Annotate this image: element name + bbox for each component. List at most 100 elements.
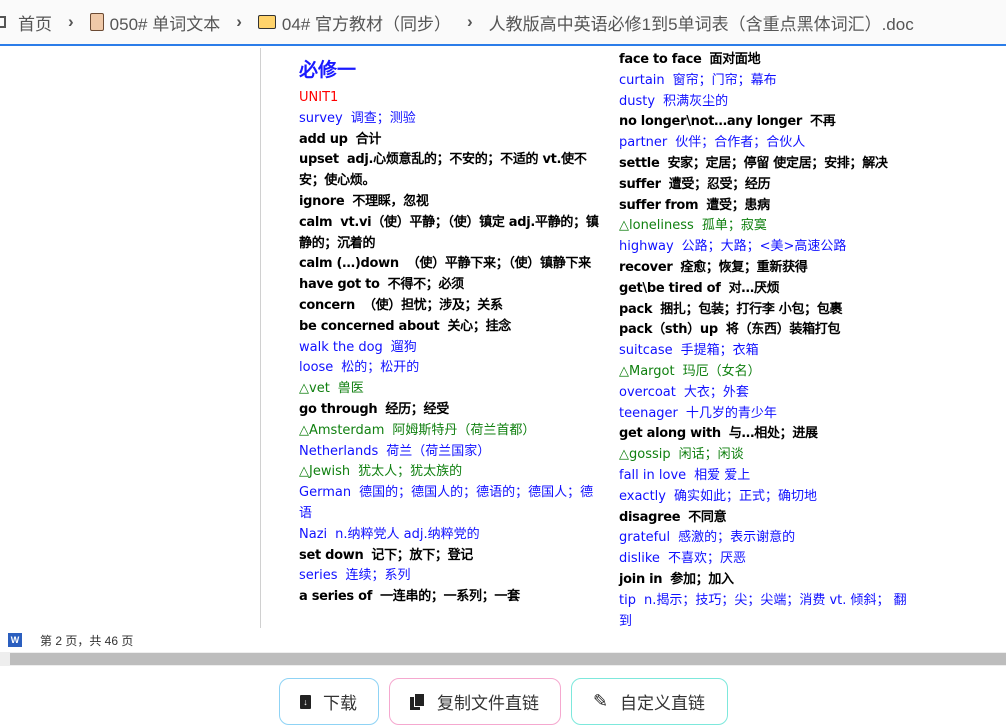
- vocab-entry: ignore不理睬，忽视: [299, 192, 599, 213]
- vocab-word: join in: [619, 572, 662, 587]
- vocab-meaning: 感激的；表示谢意的: [678, 530, 795, 545]
- vocab-word: △Margot: [619, 364, 675, 379]
- vocab-meaning: 不再: [810, 114, 835, 129]
- vocab-entry: concern（使）担忧；涉及；关系: [299, 296, 599, 317]
- vocab-word: suffer: [619, 177, 661, 192]
- vocab-meaning: 相爱 爱上: [694, 468, 750, 483]
- vocab-word: walk the dog: [299, 340, 383, 355]
- vocab-meaning: 玛厄（女名）: [683, 364, 761, 379]
- vocab-meaning: 不得不；必须: [388, 277, 464, 292]
- vocab-word: suitcase: [619, 343, 673, 358]
- breadcrumb-current-file: 人教版高中英语必修1到5单词表（含重点黑体词汇）.doc: [489, 10, 914, 35]
- vocab-word: calm: [299, 215, 332, 230]
- vocab-meaning: 积满灰尘的: [663, 94, 728, 109]
- vocab-word: highway: [619, 239, 674, 254]
- download-file-icon: ↓: [300, 695, 311, 709]
- vocab-word: upset: [299, 152, 339, 167]
- breadcrumb-label: 050# 单词文本: [110, 10, 221, 35]
- vocab-meaning: 确实如此；正式；确切地: [674, 489, 817, 504]
- vocab-word: tip: [619, 593, 636, 608]
- vocab-meaning: 大衣；外套: [684, 385, 749, 400]
- vocab-entry: curtain窗帘；门帘；幕布: [619, 71, 919, 92]
- vocab-entry: highway公路；大路；<美>高速公路: [619, 237, 919, 258]
- breadcrumb-home[interactable]: 首页: [0, 10, 52, 35]
- vocab-word: △Jewish: [299, 464, 350, 479]
- vocab-meaning: adj.心烦意乱的；不安的；不适的 vt.使不安；使心烦。: [299, 152, 587, 188]
- copy-direct-link-button[interactable]: 复制文件直链: [389, 678, 561, 725]
- vocab-word: recover: [619, 260, 672, 275]
- breadcrumb: 首页 › 050# 单词文本 › 04# 官方教材（同步） › 人教版高中英语必…: [0, 0, 1006, 46]
- vocab-meaning: 遭受；患病: [706, 198, 770, 213]
- vocab-meaning: 不同意: [688, 510, 726, 525]
- scroll-icon: [90, 13, 104, 31]
- vocab-meaning: 一连串的；一系列；一套: [380, 589, 520, 604]
- vocab-meaning: 不喜欢；厌恶: [668, 551, 746, 566]
- vocab-meaning: 捆扎；包装；打行李 小包；包裹: [660, 302, 842, 317]
- vocab-meaning: 将（东西）装箱打包: [726, 322, 840, 337]
- vocab-word: loose: [299, 360, 333, 375]
- vocab-meaning: 犹太人；犹太族的: [358, 464, 462, 479]
- vocab-word: a series of: [299, 589, 372, 604]
- vocab-meaning: （使）平静下来；（使）镇静下来: [407, 256, 591, 271]
- vocab-entry: pack 捆扎；包装；打行李 小包；包裹: [619, 300, 919, 321]
- breadcrumb-folder-050[interactable]: 050# 单词文本: [90, 10, 221, 35]
- vocab-meaning: 痊愈；恢复；重新获得: [680, 260, 807, 275]
- action-bar: ↓ 下载 复制文件直链 ✎ 自定义直链: [0, 678, 1006, 725]
- vocab-word: △gossip: [619, 447, 671, 462]
- horizontal-scrollbar[interactable]: [0, 652, 1006, 666]
- vocab-word: be concerned about: [299, 319, 439, 334]
- vocab-word: overcoat: [619, 385, 676, 400]
- vocab-entry: join in 参加；加入: [619, 570, 919, 591]
- custom-direct-link-button[interactable]: ✎ 自定义直链: [571, 678, 728, 725]
- vocab-entry: △vet兽医: [299, 379, 599, 400]
- vocab-entry: get\be tired of对…厌烦: [619, 279, 919, 300]
- vocab-entry: △Amsterdam阿姆斯特丹（荷兰首都）: [299, 421, 599, 442]
- vocab-word: dusty: [619, 94, 655, 109]
- vocab-entry: calmvt.vi（使）平静；（使）镇定 adj.平静的；镇静的；沉着的: [299, 213, 599, 255]
- vocab-entry: grateful 感激的；表示谢意的: [619, 528, 919, 549]
- download-button[interactable]: ↓ 下载: [279, 678, 379, 725]
- vocab-entry: dusty 积满灰尘的: [619, 92, 919, 113]
- vocab-entry: tipn.揭示；技巧；尖；尖端；消费 vt. 倾斜； 翻到: [619, 591, 919, 628]
- vocab-entry: upsetadj.心烦意乱的；不安的；不适的 vt.使不安；使心烦。: [299, 150, 599, 192]
- chevron-right-icon: ›: [236, 12, 242, 32]
- breadcrumb-folder-04[interactable]: 04# 官方教材（同步）: [258, 10, 451, 35]
- vocab-entry: set down记下；放下；登记: [299, 546, 599, 567]
- folder-icon: [258, 15, 276, 29]
- vocab-entry: disagree不同意: [619, 508, 919, 529]
- vocab-entry: face to face面对面地: [619, 50, 919, 71]
- scrollbar-thumb[interactable]: [10, 653, 1006, 665]
- vocab-entry: △gossip闲话；闲谈: [619, 445, 919, 466]
- vocab-word: teenager: [619, 406, 678, 421]
- vocab-meaning: 窗帘；门帘；幕布: [673, 73, 777, 88]
- vocab-meaning: 经历；经受: [385, 402, 449, 417]
- home-icon: [0, 16, 6, 28]
- button-label: 复制文件直链: [437, 689, 539, 714]
- vocab-word: fall in love: [619, 468, 686, 483]
- vocab-entry: suffer遭受；忍受；经历: [619, 175, 919, 196]
- vocab-word: partner: [619, 135, 667, 150]
- vocab-entry: Nazin.纳粹党人 adj.纳粹党的: [299, 525, 599, 546]
- vocab-word: calm (…)down: [299, 256, 399, 271]
- vocab-entry: suitcase手提箱；衣箱: [619, 341, 919, 362]
- vocab-word: grateful: [619, 530, 670, 545]
- vocab-entry: be concerned about关心；挂念: [299, 317, 599, 338]
- vocab-meaning: 安家；定居；停留 使定居；安排；解决: [667, 156, 887, 171]
- vocab-entry: loose松的；松开的: [299, 358, 599, 379]
- vocab-entry: overcoat 大衣；外套: [619, 383, 919, 404]
- breadcrumb-label: 人教版高中英语必修1到5单词表（含重点黑体词汇）.doc: [489, 10, 914, 35]
- document-viewer[interactable]: 必修一 UNIT1 survey调查；测验add up合计upsetadj.心烦…: [0, 48, 1006, 628]
- vocab-meaning: 不理睬，忽视: [352, 194, 428, 209]
- vocab-meaning: 兽医: [338, 381, 364, 396]
- pencil-icon: ✎: [593, 691, 608, 712]
- vocab-meaning: 参加；加入: [670, 572, 734, 587]
- vocab-word: Netherlands: [299, 444, 378, 459]
- vocab-word: Nazi: [299, 527, 327, 542]
- vocab-word: pack（sth）up: [619, 322, 718, 337]
- chevron-right-icon: ›: [68, 12, 74, 32]
- doc-title: 必修一: [299, 56, 599, 84]
- vocab-meaning: 遛狗: [391, 340, 417, 355]
- vocab-word: settle: [619, 156, 659, 171]
- vocab-word: pack: [619, 302, 652, 317]
- page-info: 第 2 页，共 46 页: [40, 632, 133, 649]
